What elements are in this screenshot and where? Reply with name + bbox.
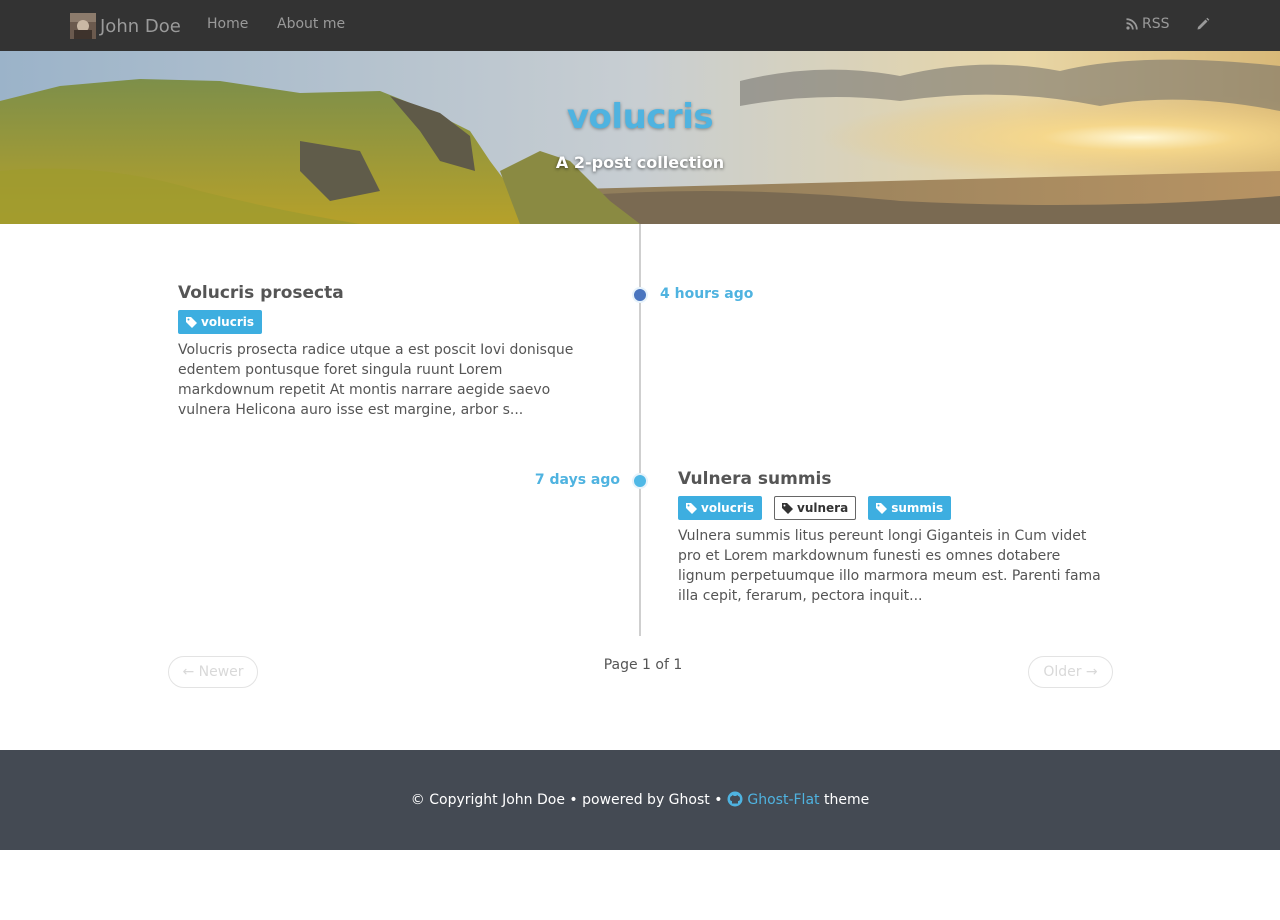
tag-summis[interactable]: summis [868,496,952,520]
timeline-dot [632,473,648,489]
post-title-link[interactable]: Vulnera summis [678,469,1103,489]
post-date[interactable]: 7 days ago [520,472,620,488]
footer-text: © Copyright John Doe • powered by Ghost … [0,791,1280,808]
tag-vulnera[interactable]: vulnera [774,496,857,520]
newer-posts-button[interactable]: ← Newer [168,656,258,688]
hero-landscape-image [0,51,1280,224]
tag-label: vulnera [797,501,849,515]
older-posts-button[interactable]: Older → [1028,656,1113,688]
page-title: volucris [566,97,714,137]
post-date[interactable]: 4 hours ago [660,286,753,302]
hero-banner: volucris A 2-post collection [0,51,1280,224]
tag-icon [876,502,888,514]
page-number: Page 1 of 1 [603,657,683,673]
tag-icon [686,502,697,514]
timeline-line [639,224,641,636]
avatar [70,13,96,39]
footer: © Copyright John Doe • powered by Ghost … [0,750,1280,850]
rss-link[interactable]: RSS [1126,16,1170,32]
theme-link[interactable]: Ghost-Flat [747,792,819,808]
tag-volucris[interactable]: volucris [178,310,263,334]
tag-label: volucris [201,315,255,329]
post-excerpt: Volucris prosecta radice utque a est pos… [178,342,574,418]
tag-list: volucris [178,310,603,334]
rss-icon [1126,18,1138,30]
tag-label: volucris [701,501,755,515]
post-title-link[interactable]: Volucris prosecta [178,283,603,303]
post-card: Vulnera summis volucris vulnera summis V… [678,469,1103,606]
separator: • [714,792,723,808]
post-card: Volucris prosecta volucris Volucris pros… [178,283,603,420]
copyright-text: © Copyright John Doe [410,792,565,808]
brand-link[interactable]: John Doe [70,13,181,39]
nav-link-home[interactable]: Home [207,16,248,32]
page-subtitle: A 2-post collection [555,153,725,172]
powered-by-text: powered by Ghost [582,792,710,808]
tag-list: volucris vulnera summis [678,496,1103,520]
edit-link[interactable] [1196,17,1210,35]
brand-name: John Doe [100,15,181,37]
tag-label: summis [891,501,944,515]
nav-link-about[interactable]: About me [277,16,345,32]
rss-label: RSS [1142,16,1170,32]
theme-word: theme [823,792,870,808]
top-navbar: John Doe Home About me RSS [0,0,1280,51]
pencil-icon [1197,17,1210,30]
tag-volucris[interactable]: volucris [678,496,763,520]
separator: • [569,792,578,808]
tag-icon [186,316,197,328]
github-icon [727,791,743,807]
tag-icon [782,502,794,514]
timeline-dot [632,287,648,303]
post-excerpt: Vulnera summis litus pereunt longi Gigan… [678,528,1101,604]
